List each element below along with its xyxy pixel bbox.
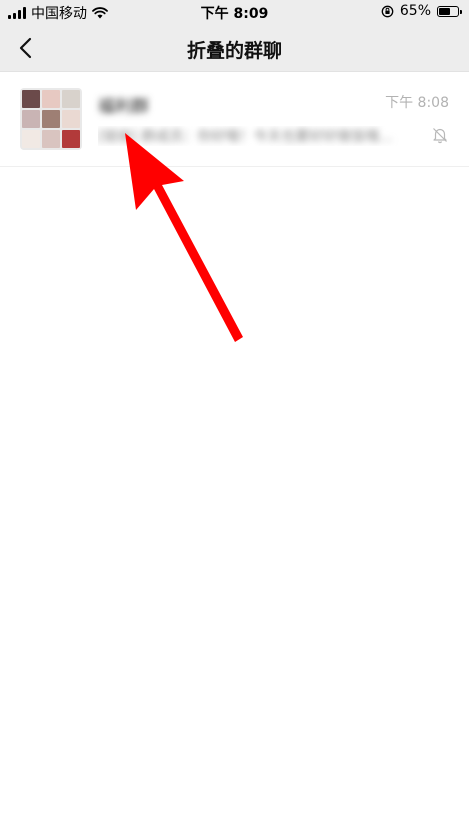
- nav-bar: 折叠的群聊: [0, 24, 469, 72]
- avatar-tile: [62, 110, 80, 128]
- avatar-tile: [42, 90, 60, 108]
- avatar-tile: [42, 110, 60, 128]
- chat-preview: [链接] 群成员：你好哦！今天也要好好做饭哦...: [98, 126, 418, 146]
- orientation-lock-icon: [381, 5, 394, 17]
- status-right: 65%: [381, 3, 462, 19]
- battery-percent: 65%: [399, 3, 431, 19]
- avatar-tile: [22, 130, 40, 148]
- group-avatar: [20, 88, 82, 150]
- page-title: 折叠的群聊: [186, 40, 282, 62]
- avatar-tile: [22, 90, 40, 108]
- avatar-tile: [62, 130, 80, 148]
- chat-time: 下午 8:08: [385, 95, 449, 111]
- chat-list-item[interactable]: 福利群 下午 8:08 [链接] 群成员：你好哦！今天也要好好做饭哦...: [0, 72, 469, 167]
- chat-name: 福利群: [98, 97, 149, 117]
- chat-preview-text: [链接] 群成员：你好哦！今天也要好好做饭哦...: [98, 129, 393, 145]
- avatar-tile: [62, 90, 80, 108]
- avatar-tile: [42, 130, 60, 148]
- battery-icon: [437, 5, 462, 17]
- status-bar: 中国移动 下午 8:09 65%: [0, 0, 469, 24]
- mute-bell-icon: [433, 128, 447, 144]
- avatar-tile: [22, 110, 40, 128]
